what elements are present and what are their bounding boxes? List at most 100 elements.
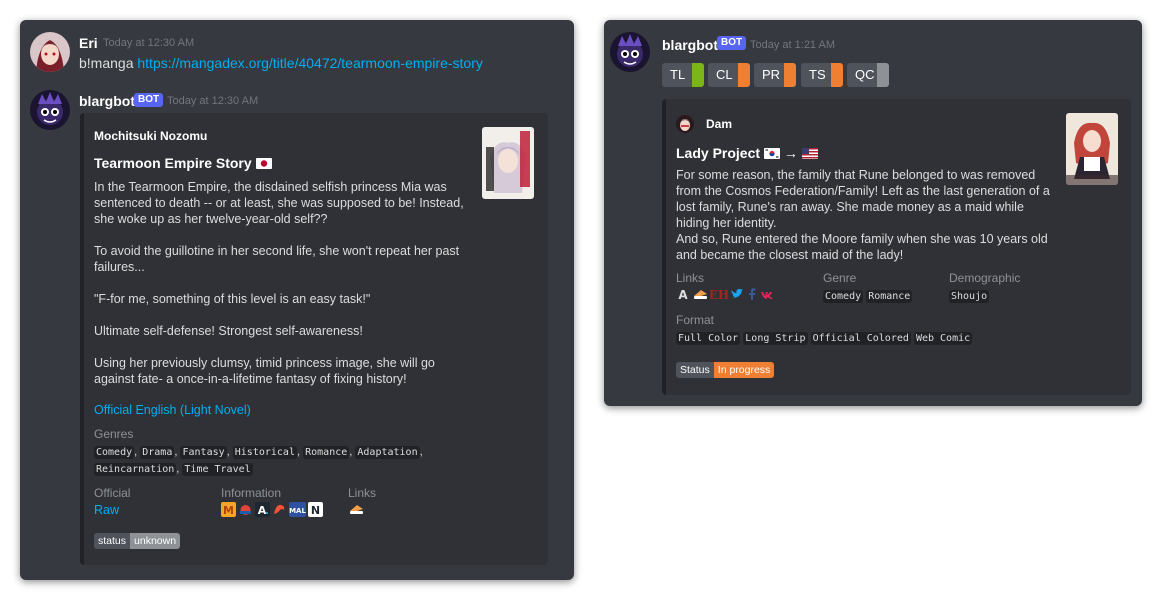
genre-tag: Reincarnation: [94, 463, 177, 476]
status-value: unknown: [130, 533, 181, 549]
eri-username[interactable]: Eri: [79, 35, 98, 51]
chip-cl[interactable]: CL: [708, 63, 750, 87]
genre-tag: Comedy: [823, 290, 864, 303]
chip-status-bar: [831, 63, 843, 87]
genre-tag: Adaptation: [355, 446, 420, 459]
description-paragraph: And so, Rune entered the Moore family wh…: [676, 232, 1048, 262]
embed-title-text: Lady Project: [676, 145, 761, 161]
svg-text:M: M: [223, 504, 234, 517]
bot-message-timestamp: Today at 1:21 AM: [750, 39, 835, 51]
kitsu-icon[interactable]: [692, 287, 708, 306]
format-tag: Long Strip: [743, 332, 808, 345]
svg-text:MAL: MAL: [289, 507, 306, 515]
bot-badge: BOT: [134, 93, 164, 107]
genre-tag: Time Travel: [182, 463, 253, 476]
chip-label: QC: [847, 63, 877, 87]
status-label: status: [94, 533, 131, 549]
command-text: b!manga: [79, 55, 134, 71]
twitter-icon[interactable]: [730, 287, 744, 306]
embed-title-text: Tearmoon Empire Story: [94, 155, 252, 171]
demographic-tag: Shoujo: [949, 290, 990, 303]
links-icons: [348, 502, 367, 522]
chip-label: TS: [801, 63, 831, 87]
user-message-timestamp: Today at 12:30 AM: [103, 37, 195, 49]
anilist-icon[interactable]: A: [676, 287, 690, 306]
format-tag: Official Colored: [810, 332, 911, 345]
chip-label: CL: [708, 63, 738, 87]
manga-cover-thumbnail[interactable]: [482, 127, 534, 199]
japan-flag-icon: [255, 156, 272, 172]
myanimelist-icon[interactable]: MAL: [289, 502, 306, 522]
links-label: Links: [676, 271, 705, 285]
mangaupdates-icon[interactable]: M: [221, 502, 236, 522]
eh-icon[interactable]: EH: [709, 287, 729, 306]
chip-status-bar: [784, 63, 796, 87]
genre-tag: Comedy: [94, 446, 135, 459]
nu-icon[interactable]: N: [308, 502, 323, 522]
genres-label: Genres: [94, 427, 134, 441]
svg-text:A: A: [678, 288, 688, 301]
embed-title[interactable]: Lady Project →: [676, 145, 818, 162]
blargbot-username[interactable]: blargbot: [79, 93, 135, 109]
svg-text:A: A: [258, 504, 267, 517]
demographic-value: Shoujo: [949, 288, 990, 305]
links-label: Links: [348, 486, 377, 500]
arrow-glyph: →: [783, 145, 798, 161]
chip-qc[interactable]: QC: [847, 63, 889, 87]
description-paragraph: To avoid the guillotine in her second li…: [94, 244, 460, 274]
facebook-icon[interactable]: [746, 287, 758, 306]
description-paragraph: In the Tearmoon Empire, the disdained se…: [94, 180, 464, 226]
discord-chat-left: Eri Today at 12:30 AM b!manga https://ma…: [20, 20, 574, 580]
series-cover-thumbnail[interactable]: [1066, 113, 1118, 185]
status-badge: Status In progress: [676, 362, 775, 378]
official-label: Official: [94, 486, 131, 500]
chip-ts[interactable]: TS: [801, 63, 843, 87]
anilist-icon[interactable]: A: [255, 502, 270, 522]
novelupdates-icon[interactable]: [238, 502, 253, 522]
dam-avatar[interactable]: [676, 115, 694, 133]
genre-label: Genre: [823, 271, 857, 285]
series-embed: Dam Lady Project → For some reason, the …: [662, 99, 1131, 395]
vk-icon[interactable]: [760, 287, 774, 306]
bot-badge: BOT: [717, 36, 747, 50]
chip-status-bar: [692, 63, 704, 87]
usa-flag-icon: [801, 146, 818, 162]
format-tag: Web Comic: [913, 332, 973, 345]
embed-description: In the Tearmoon Empire, the disdained se…: [94, 179, 464, 387]
genre-tag: Romance: [303, 446, 350, 459]
format-label: Format: [676, 313, 715, 327]
eri-avatar[interactable]: [30, 32, 70, 72]
embed-description: For some reason, the family that Rune be…: [676, 167, 1051, 263]
kitsu-icon[interactable]: [272, 502, 287, 522]
chip-label: PR: [754, 63, 784, 87]
description-paragraph: Using her previously clumsy, timid princ…: [94, 356, 435, 386]
blargbot-avatar[interactable]: [610, 32, 650, 72]
official-english-link[interactable]: Official English (Light Novel): [94, 403, 251, 417]
raw-link[interactable]: Raw: [94, 503, 119, 517]
blargbot-avatar[interactable]: [30, 90, 70, 130]
chip-status-bar: [738, 63, 750, 87]
discord-chat-right: blargbot BOT Today at 1:21 AM TL CL PR T…: [604, 20, 1142, 406]
chip-label: TL: [662, 63, 692, 87]
embed-title[interactable]: Tearmoon Empire Story: [94, 155, 272, 172]
status-label: Status: [676, 362, 714, 378]
chip-tl[interactable]: TL: [662, 63, 704, 87]
svg-text:EH: EH: [710, 288, 728, 301]
status-badge: status unknown: [94, 533, 181, 549]
embed-author: Dam: [706, 117, 733, 131]
genre-tag: Drama: [140, 446, 175, 459]
description-paragraph: Ultimate self-defense! Strongest self-aw…: [94, 324, 363, 338]
chip-status-bar: [877, 63, 889, 87]
chip-pr[interactable]: PR: [754, 63, 796, 87]
blargbot-username[interactable]: blargbot: [662, 37, 718, 53]
information-label: Information: [221, 486, 282, 500]
demographic-label: Demographic: [949, 271, 1021, 285]
embed-author: Mochitsuki Nozomu: [94, 129, 208, 143]
raw-link-icon[interactable]: [348, 502, 365, 522]
manga-embed: Mochitsuki Nozomu Tearmoon Empire Story …: [80, 113, 548, 565]
genre-list: Comedy Romance: [823, 288, 913, 305]
mangadex-url-link[interactable]: https://mangadex.org/title/40472/tearmoo…: [137, 55, 483, 71]
description-paragraph: For some reason, the family that Rune be…: [676, 168, 1050, 230]
genres-list: Comedy, Drama, Fantasy, Historical, Roma…: [94, 446, 423, 476]
genre-tag: Romance: [866, 290, 913, 303]
